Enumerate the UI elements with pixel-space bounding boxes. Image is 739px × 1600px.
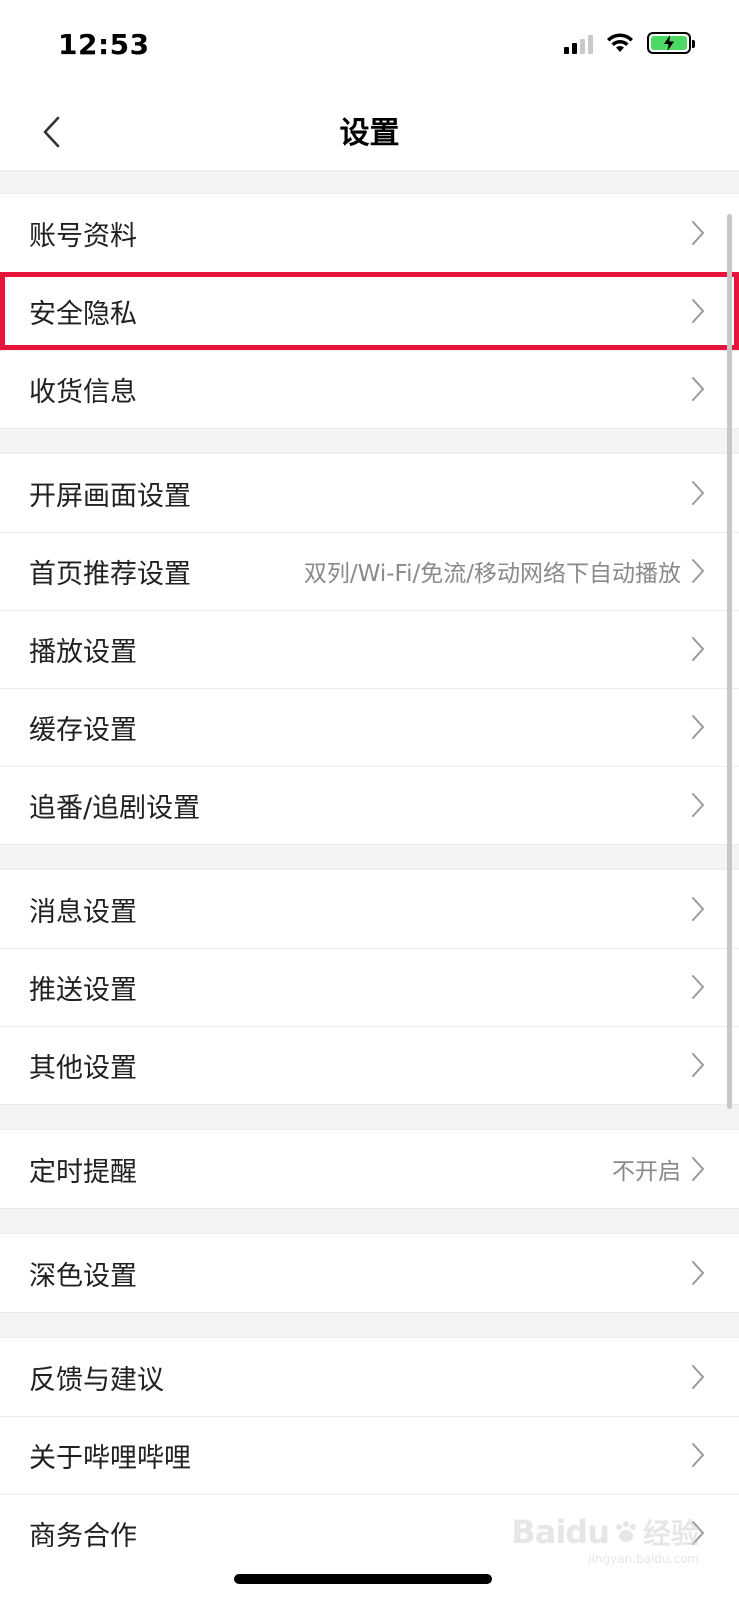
settings-row[interactable]: 其他设置	[0, 1026, 739, 1104]
settings-row-label: 开屏画面设置	[29, 480, 191, 512]
settings-row-value: 不开启	[612, 1159, 681, 1185]
chevron-right-icon	[691, 896, 705, 922]
chevron-right-icon	[691, 792, 705, 818]
chevron-right-icon	[691, 1156, 705, 1182]
settings-row-label: 关于哔哩哔哩	[29, 1442, 191, 1474]
status-icons	[564, 32, 695, 54]
settings-row-label: 安全隐私	[29, 298, 137, 330]
settings-row[interactable]: 深色设置	[0, 1234, 739, 1312]
status-bar: 12:53	[0, 0, 739, 92]
settings-row[interactable]: 账号资料	[0, 194, 739, 272]
watermark-brand: Baidu	[511, 1513, 610, 1551]
paw-icon	[615, 1521, 636, 1542]
chevron-right-icon	[691, 376, 705, 402]
chevron-right-icon	[691, 1364, 705, 1390]
status-time: 12:53	[58, 28, 150, 61]
watermark-cn: 经验	[642, 1517, 699, 1550]
settings-row-label: 账号资料	[29, 220, 137, 252]
section-divider	[0, 1208, 739, 1234]
settings-row-value: 双列/Wi-Fi/免流/移动网络下自动播放	[303, 561, 681, 587]
settings-row-label: 深色设置	[29, 1260, 137, 1292]
chevron-right-icon	[691, 1260, 705, 1286]
settings-row-label: 商务合作	[29, 1520, 137, 1552]
settings-row[interactable]: 播放设置	[0, 610, 739, 688]
section-divider	[0, 1312, 739, 1338]
chevron-right-icon	[691, 220, 705, 246]
settings-row[interactable]: 开屏画面设置	[0, 454, 739, 532]
chevron-right-icon	[691, 636, 705, 662]
home-indicator	[234, 1574, 492, 1584]
settings-row[interactable]: 定时提醒 不开启	[0, 1130, 739, 1208]
navigation-bar: 设置	[0, 92, 739, 170]
section-divider	[0, 170, 739, 194]
settings-row[interactable]: 收货信息	[0, 350, 739, 428]
section-divider	[0, 1104, 739, 1130]
settings-row-label: 反馈与建议	[29, 1364, 164, 1396]
wifi-icon	[607, 33, 633, 52]
chevron-right-icon	[691, 558, 705, 584]
chevron-right-icon	[691, 1052, 705, 1078]
settings-row[interactable]: 推送设置	[0, 948, 739, 1026]
settings-row[interactable]: 追番/追剧设置	[0, 766, 739, 844]
chevron-right-icon	[691, 480, 705, 506]
section-divider	[0, 428, 739, 454]
settings-row-label: 收货信息	[29, 376, 137, 408]
settings-row-label: 首页推荐设置	[29, 558, 191, 590]
chevron-right-icon	[691, 298, 705, 324]
settings-row-label: 定时提醒	[29, 1156, 137, 1188]
chevron-right-icon	[691, 714, 705, 740]
battery-charging-icon	[647, 32, 695, 54]
settings-row-label: 播放设置	[29, 636, 137, 668]
section-divider	[0, 844, 739, 870]
settings-row-label: 追番/追剧设置	[29, 792, 201, 824]
settings-row[interactable]: 反馈与建议	[0, 1338, 739, 1416]
settings-row[interactable]: 缓存设置	[0, 688, 739, 766]
settings-list: 账号资料安全隐私收货信息开屏画面设置 首页推荐设置 双列/Wi-Fi/免流/移动网络…	[0, 170, 739, 1572]
chevron-right-icon	[691, 974, 705, 1000]
chevron-right-icon	[691, 1442, 705, 1468]
watermark: Baidu 经验 jingyan.baidu.com	[511, 1512, 699, 1566]
settings-row[interactable]: 首页推荐设置 双列/Wi-Fi/免流/移动网络下自动播放	[0, 532, 739, 610]
scrollbar[interactable]	[727, 214, 732, 1109]
settings-row[interactable]: 关于哔哩哔哩	[0, 1416, 739, 1494]
settings-row-label: 消息设置	[29, 896, 137, 928]
page-title: 设置	[339, 116, 400, 151]
settings-row-label: 缓存设置	[29, 714, 137, 746]
watermark-url: jingyan.baidu.com	[588, 1552, 699, 1566]
settings-row[interactable]: 安全隐私	[0, 272, 739, 350]
settings-row[interactable]: 消息设置	[0, 870, 739, 948]
settings-row-label: 其他设置	[29, 1052, 137, 1084]
settings-row-label: 推送设置	[29, 974, 137, 1006]
cellular-signal-icon	[564, 32, 593, 54]
